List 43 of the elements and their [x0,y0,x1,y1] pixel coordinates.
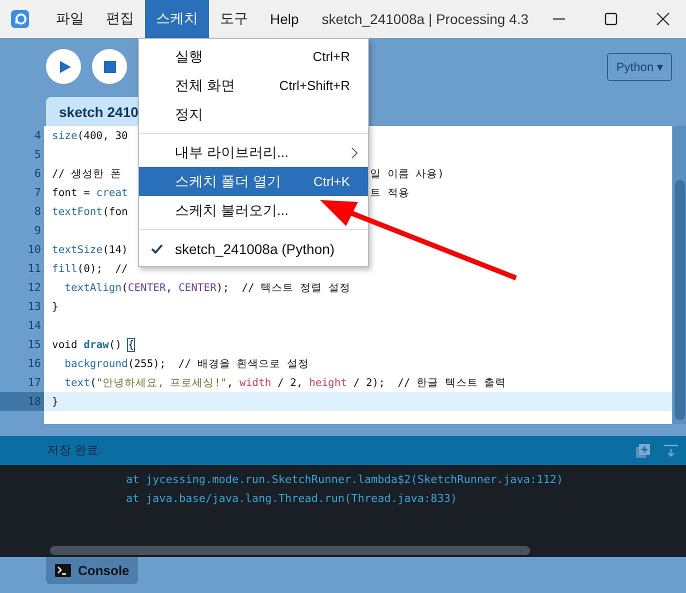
code-line: text("안녕하세요, 프로세싱!", width / 2, height / 2); // 한글 텍스트 출력 [64,376,506,390]
stop-button[interactable] [92,49,127,84]
code-line: background(255); // 배경을 흰색으로 설정 [64,356,310,370]
code-line: fill(0); // [52,262,128,274]
menu-item[interactable]: 실행 Ctrl+R [139,42,368,71]
menu-item[interactable]: 내부 라이브러리... [139,138,368,167]
stop-icon [104,60,116,72]
menu-item[interactable]: sketch_241008a (Python) [139,234,368,263]
close-icon[interactable] [656,12,670,26]
code-line: textAlign(CENTER, CENTER); // 텍스트 정렬 설정 [64,280,350,294]
menu-item[interactable]: 스케치 [145,0,209,38]
menu-item[interactable]: 전체 화면 Ctrl+Shift+R [139,71,368,100]
menu-item[interactable]: Help [259,0,310,38]
code-line: } [52,396,58,408]
menu-item[interactable]: 편집 [95,0,145,38]
chevron-right-icon [351,146,358,158]
window-title: sketch_241008a | Processing 4.3 [322,11,529,27]
code-line: font = creat [52,186,128,198]
code-fragment: 일 이름 사용) [370,166,444,180]
vertical-scrollbar[interactable] [672,126,686,424]
menu-item[interactable]: 정지 [139,100,368,129]
console-tab[interactable]: Console [46,557,138,584]
menu-item[interactable]: 스케치 폴더 열기 Ctrl+K [139,167,368,196]
code-fragment: 트 적용 [370,186,410,200]
mode-dropdown[interactable]: Python ▾ [607,52,672,80]
code-line: textFont(fon [52,206,128,218]
status-message: 저장 완료. [47,442,102,459]
code-line: size(400, 30 [52,130,128,142]
terminal-icon [55,564,71,577]
line-number: 18 [0,392,44,411]
menu-item[interactable]: 도구 [209,0,259,38]
code-line: // 생성한 폰 [52,166,122,180]
code-line: void draw() { [52,338,134,350]
console-line: at jycessing.mode.run.SketchRunner.lambda$2(SketchRunner.java:112) [126,472,564,488]
menu-item[interactable]: 스케치 불러오기... [139,196,368,225]
console-line: at java.base/java.lang.Thread.run(Thread.java:833) [126,491,458,507]
code-line: textSize(14) [52,244,128,256]
maximize-icon[interactable] [604,12,618,26]
code-line: } [52,300,58,312]
run-button[interactable] [46,49,81,84]
play-icon [58,60,70,72]
menu-item[interactable]: 파일 [45,0,95,38]
app-logo-icon [11,10,29,28]
